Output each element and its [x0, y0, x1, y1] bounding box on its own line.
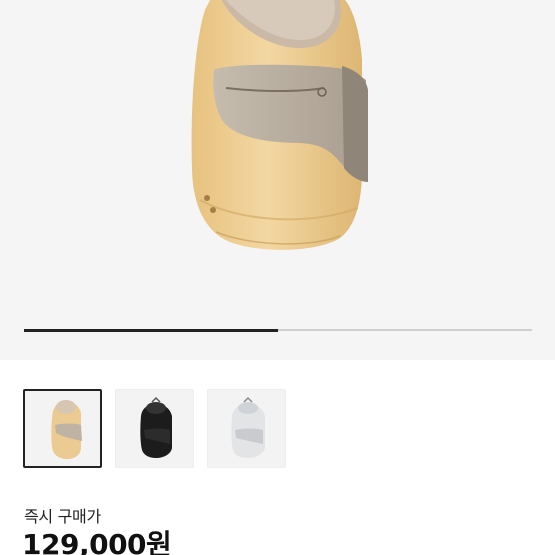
carousel-progress-track: [24, 328, 532, 332]
thumbnail-list: [23, 389, 286, 469]
thumbnail-black[interactable]: [115, 389, 194, 468]
carousel-progress-indicator: [24, 328, 278, 332]
thumbnail-image-light-gray: [231, 396, 265, 458]
instant-buy-price: 129,000원: [22, 528, 172, 555]
thumbnail-light-gray[interactable]: [207, 389, 286, 468]
thumbnail-beige[interactable]: [23, 389, 102, 468]
thumbnail-image-black: [140, 396, 172, 458]
product-image-carousel[interactable]: [0, 0, 555, 360]
product-image-main: [191, 0, 368, 250]
thumbnail-image-beige: [51, 400, 82, 459]
instant-buy-price-label: 즉시 구매가: [24, 507, 101, 526]
